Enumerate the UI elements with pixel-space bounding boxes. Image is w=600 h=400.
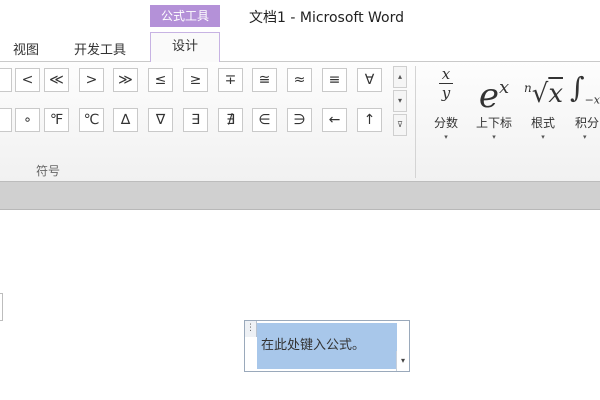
symbol-element-of[interactable]: ∈ (252, 108, 277, 132)
margin-marker (0, 293, 3, 321)
fraction-dropdown-icon: ▾ (444, 133, 448, 141)
symbol-not-exists[interactable]: ∄ (218, 108, 243, 132)
symbol-celsius[interactable]: ℃ (79, 108, 104, 132)
symbol-fahrenheit[interactable]: ℉ (44, 108, 69, 132)
document-page[interactable]: ⋮ 在此处键入公式。 ▾ (0, 210, 600, 400)
symbol-for-all[interactable]: ∀ (357, 68, 382, 92)
integral-dropdown-icon: ▾ (583, 133, 587, 141)
symbol-increment[interactable]: ∆ (113, 108, 138, 132)
symbol-gallery-scroll: ▴ ▾ ⊽ (393, 66, 407, 138)
tab-design[interactable]: 设计 (150, 32, 220, 63)
ribbon-tab-row: 视图 开发工具 设计 (0, 32, 600, 63)
gallery-scroll-up-icon[interactable]: ▴ (393, 66, 407, 88)
script-icon: ex (478, 76, 510, 116)
symbol-exists[interactable]: ∃ (183, 108, 208, 132)
title-bar: 公式工具 文档1 - Microsoft Word (0, 0, 600, 32)
symbol-ring[interactable]: ∘ (15, 108, 40, 132)
window-title: 文档1 - Microsoft Word (249, 10, 405, 26)
group-label-symbols: 符号 (36, 164, 61, 178)
symbol-much-greater[interactable]: ≫ (113, 68, 138, 92)
symbol-minus-plus[interactable]: ∓ (218, 68, 243, 92)
symbol-less-than[interactable]: < (15, 68, 40, 92)
radical-icon: n√x (524, 79, 563, 109)
group-separator (415, 66, 416, 178)
symbol-left-arrow[interactable]: ← (322, 108, 347, 132)
ribbon-panel: < ≪ > ≫ ≤ ≥ ∓ ≅ ≈ ≡ ∀ ∘ ℉ ℃ ∆ ∇ ∃ ∄ ∈ ∋ … (0, 62, 600, 182)
symbol-approx[interactable]: ≈ (287, 68, 312, 92)
equation-container[interactable]: ⋮ 在此处键入公式。 ▾ (244, 320, 410, 372)
integral-button[interactable]: ∫−x 积分 ▾ (570, 66, 600, 141)
ruler-band (0, 182, 600, 210)
gallery-scroll-down-icon[interactable]: ▾ (393, 90, 407, 112)
gallery-more-icon[interactable]: ⊽ (393, 114, 407, 136)
tab-view[interactable]: 视图 (13, 39, 39, 58)
symbol-cutoff-2[interactable] (0, 108, 12, 132)
symbol-up-arrow[interactable]: ↑ (357, 108, 382, 132)
integral-icon: ∫−x (570, 71, 600, 107)
script-label: 上下标 (475, 116, 512, 130)
symbol-greater-than[interactable]: > (79, 68, 104, 92)
fraction-label: 分数 (433, 116, 458, 130)
symbol-nabla[interactable]: ∇ (148, 108, 173, 132)
fraction-icon: x y (428, 66, 464, 110)
fraction-button[interactable]: x y 分数 ▾ (428, 66, 464, 141)
symbol-much-less[interactable]: ≪ (44, 68, 69, 92)
symbol-cutoff[interactable] (0, 68, 12, 92)
symbol-congruent[interactable]: ≅ (252, 68, 277, 92)
context-tab-equation-tools: 公式工具 (150, 5, 220, 27)
symbol-identical[interactable]: ≡ (322, 68, 347, 92)
radical-dropdown-icon: ▾ (541, 133, 545, 141)
script-dropdown-icon: ▾ (492, 133, 496, 141)
script-button[interactable]: ex 上下标 ▾ (470, 66, 518, 141)
radical-button[interactable]: n√x 根式 ▾ (524, 66, 563, 141)
symbol-contains[interactable]: ∋ (287, 108, 312, 132)
tab-developer[interactable]: 开发工具 (74, 39, 126, 58)
equation-options-dropdown-icon[interactable]: ▾ (396, 351, 409, 371)
symbol-greater-equal[interactable]: ≥ (183, 68, 208, 92)
integral-label: 积分 (575, 116, 600, 130)
equation-input[interactable]: 在此处键入公式。 (257, 323, 397, 369)
radical-label: 根式 (530, 116, 555, 130)
equation-handle-icon[interactable]: ⋮ (245, 321, 257, 337)
symbol-less-equal[interactable]: ≤ (148, 68, 173, 92)
